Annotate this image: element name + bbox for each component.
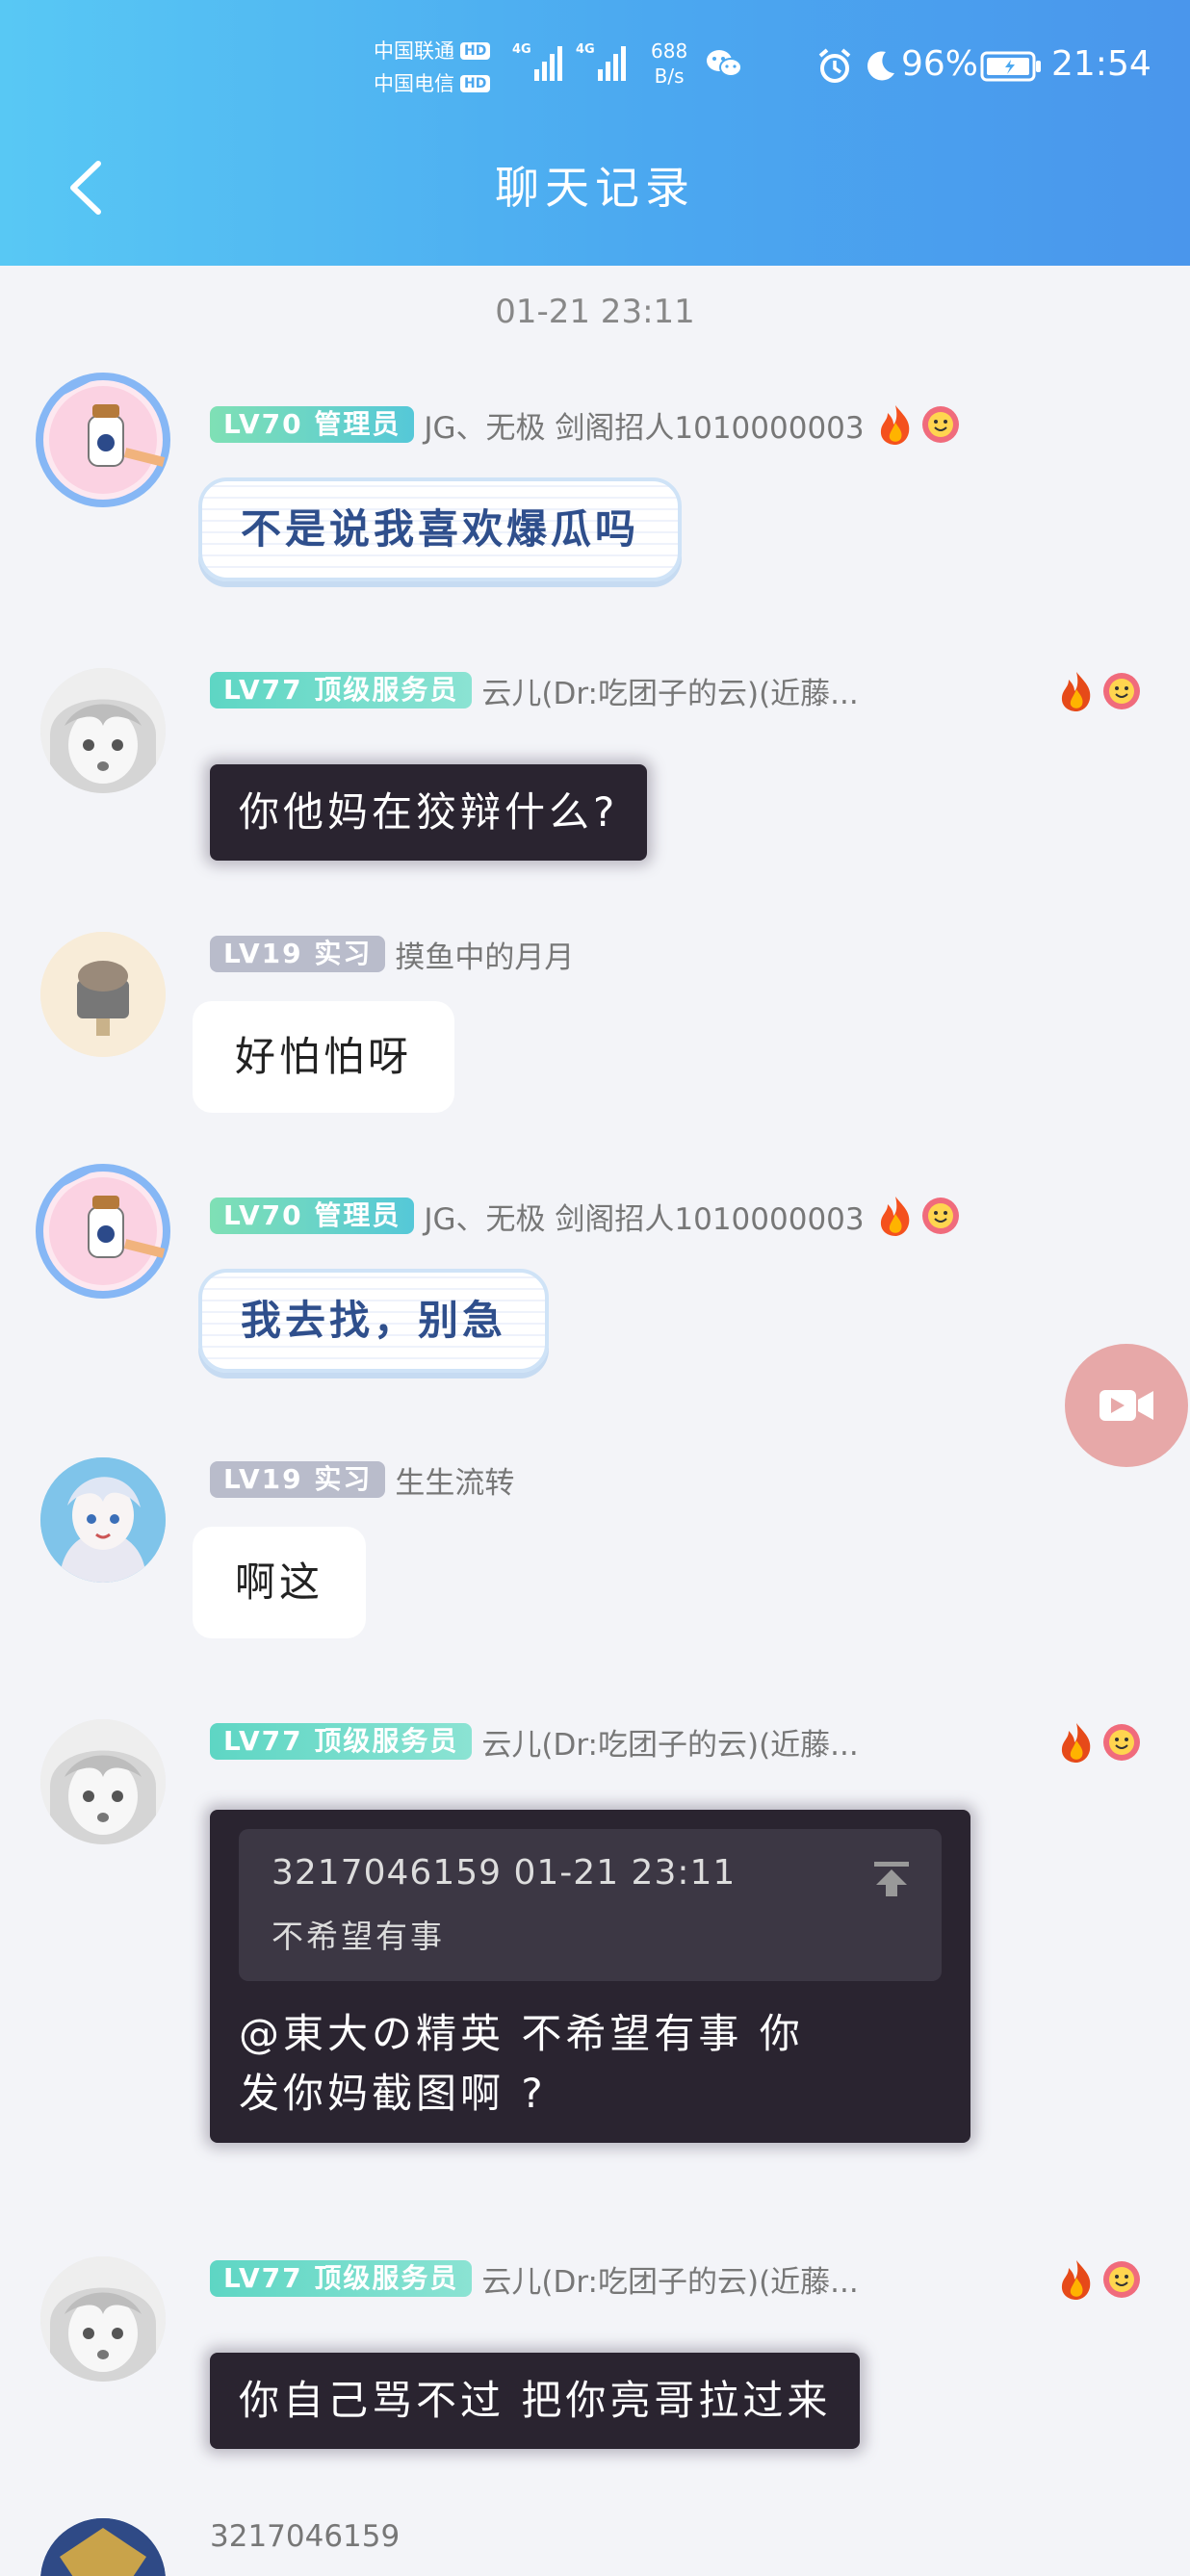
net-type-1: 4G: [512, 42, 531, 57]
message-bubble[interactable]: 你他妈在狡辩什么?: [210, 764, 648, 861]
net-speed: 688 B/s: [651, 39, 687, 89]
message-text: 我去找，别急: [241, 1297, 507, 1344]
net-type-2: 4G: [576, 42, 595, 57]
carrier-2: 中国电信: [374, 72, 454, 95]
net-speed-value: 688: [651, 39, 688, 63]
clock: 21:54: [1051, 44, 1151, 84]
sender-icons: [1046, 1721, 1142, 1764]
battery-percent: 96%: [901, 44, 979, 84]
status-bar: 中国联通 HD 中国电信 HD 4G 4G 688 B/s 96% 21:54: [0, 0, 1190, 135]
smile-icon: [1103, 2261, 1140, 2298]
signal-icon: 4G: [576, 42, 629, 81]
avatar[interactable]: [40, 1457, 166, 1583]
message-bubble[interactable]: 我去找，别急: [198, 1269, 550, 1373]
message-bubble[interactable]: 好怕怕呀: [193, 1001, 455, 1113]
message-meta: LV70 管理员 JG、无极 剑阁招人1010000003: [210, 402, 961, 447]
sender-name[interactable]: 云儿(Dr:吃团子的云)(近藤...: [481, 2257, 858, 2301]
sender-name[interactable]: 云儿(Dr:吃团子的云)(近藤...: [481, 669, 858, 712]
sender-name[interactable]: JG、无极 剑阁招人1010000003: [424, 1195, 864, 1238]
level-badge: LV70 管理员: [210, 1198, 415, 1234]
sender-name[interactable]: 摸鱼中的月月: [395, 933, 574, 976]
sender-icons: [1046, 2258, 1142, 2301]
avatar[interactable]: [40, 1719, 166, 1844]
level-badge: LV77 顶级服务员: [210, 672, 473, 708]
sender-name[interactable]: 云儿(Dr:吃团子的云)(近藤...: [481, 1720, 858, 1764]
message-meta: LV77 顶级服务员 云儿(Dr:吃团子的云)(近藤...: [210, 2256, 859, 2301]
video-camera-icon: [1099, 1390, 1153, 1421]
flame-icon: [1061, 1723, 1091, 1763]
quoted-message[interactable]: 3217046159 01-21 23:11 不希望有事: [239, 1829, 942, 1981]
sender-name[interactable]: 生生流转: [395, 1458, 514, 1502]
message-text: 啊这: [235, 1558, 324, 1606]
carrier-info: 中国联通 HD 中国电信 HD: [374, 35, 491, 100]
page-title: 聊天记录: [495, 162, 695, 214]
message-meta: LV19 实习 摸鱼中的月月: [210, 932, 574, 976]
message-meta: LV19 实习 生生流转: [210, 1457, 514, 1502]
message-text: 好怕怕呀: [235, 1033, 413, 1080]
level-badge: LV77 顶级服务员: [210, 2260, 473, 2297]
flame-icon: [880, 1197, 909, 1236]
avatar[interactable]: [40, 932, 166, 1057]
level-badge: LV77 顶级服务员: [210, 1723, 473, 1760]
moon-icon: [867, 51, 894, 81]
message-meta: 3217046159: [210, 2514, 400, 2559]
sender-name[interactable]: JG、无极 剑阁招人1010000003: [424, 403, 864, 447]
avatar[interactable]: [40, 2256, 166, 2382]
message-bubble[interactable]: 3217046159 01-21 23:11 不希望有事 @東大の精英 不希望有…: [210, 1810, 970, 2143]
avatar[interactable]: [40, 668, 166, 793]
message-meta: LV70 管理员 JG、无极 剑阁招人1010000003: [210, 1194, 961, 1238]
wechat-icon: [707, 50, 742, 77]
smile-icon: [1103, 1724, 1140, 1761]
quoted-text: 不希望有事: [272, 1918, 445, 1955]
avatar[interactable]: [40, 2518, 166, 2576]
avatar[interactable]: [29, 1157, 177, 1305]
smile-icon: [1103, 673, 1140, 709]
level-badge: LV19 实习: [210, 936, 386, 972]
flame-icon: [880, 405, 909, 445]
battery-icon: [980, 51, 1041, 82]
flame-icon: [1061, 2260, 1091, 2300]
message-text: @東大の精英 不希望有事 你: [239, 2010, 804, 2057]
message-text: 发你妈截图啊 ?: [239, 2070, 547, 2117]
quoted-header: 3217046159 01-21 23:11: [272, 1853, 737, 1893]
flame-icon: [1061, 672, 1091, 711]
signal-icon: 4G: [512, 42, 565, 81]
message-text: 不是说我喜欢爆瓜吗: [241, 505, 640, 553]
carrier-1: 中国联通: [374, 39, 454, 63]
alarm-icon: [818, 48, 851, 83]
message-bubble[interactable]: 不是说我喜欢爆瓜吗: [198, 477, 683, 581]
sender-icons: [1046, 670, 1142, 712]
level-badge: LV19 实习: [210, 1461, 386, 1498]
message-bubble[interactable]: 你自己骂不过 把你亮哥拉过来: [210, 2353, 861, 2449]
message-meta: LV77 顶级服务员 云儿(Dr:吃团子的云)(近藤...: [210, 668, 859, 712]
net-speed-unit: B/s: [654, 64, 685, 88]
jump-to-top-icon[interactable]: [870, 1858, 913, 1900]
message-text: 你自己骂不过 把你亮哥拉过来: [239, 2377, 832, 2424]
message-meta: LV77 顶级服务员 云儿(Dr:吃团子的云)(近藤...: [210, 1719, 859, 1764]
header: 中国联通 HD 中国电信 HD 4G 4G 688 B/s 96% 21:54 …: [0, 0, 1190, 266]
video-call-button[interactable]: [1065, 1344, 1188, 1467]
message-bubble[interactable]: 啊这: [193, 1527, 367, 1638]
hd-badge: HD: [460, 75, 491, 92]
message-text: 你他妈在狡辩什么?: [239, 788, 619, 836]
avatar[interactable]: [29, 366, 177, 514]
level-badge: LV70 管理员: [210, 406, 415, 443]
chat-timestamp: 01-21 23:11: [495, 293, 695, 331]
smile-icon: [921, 1198, 959, 1234]
sender-name[interactable]: 3217046159: [210, 2519, 400, 2554]
hd-badge: HD: [460, 42, 491, 60]
smile-icon: [921, 406, 959, 443]
